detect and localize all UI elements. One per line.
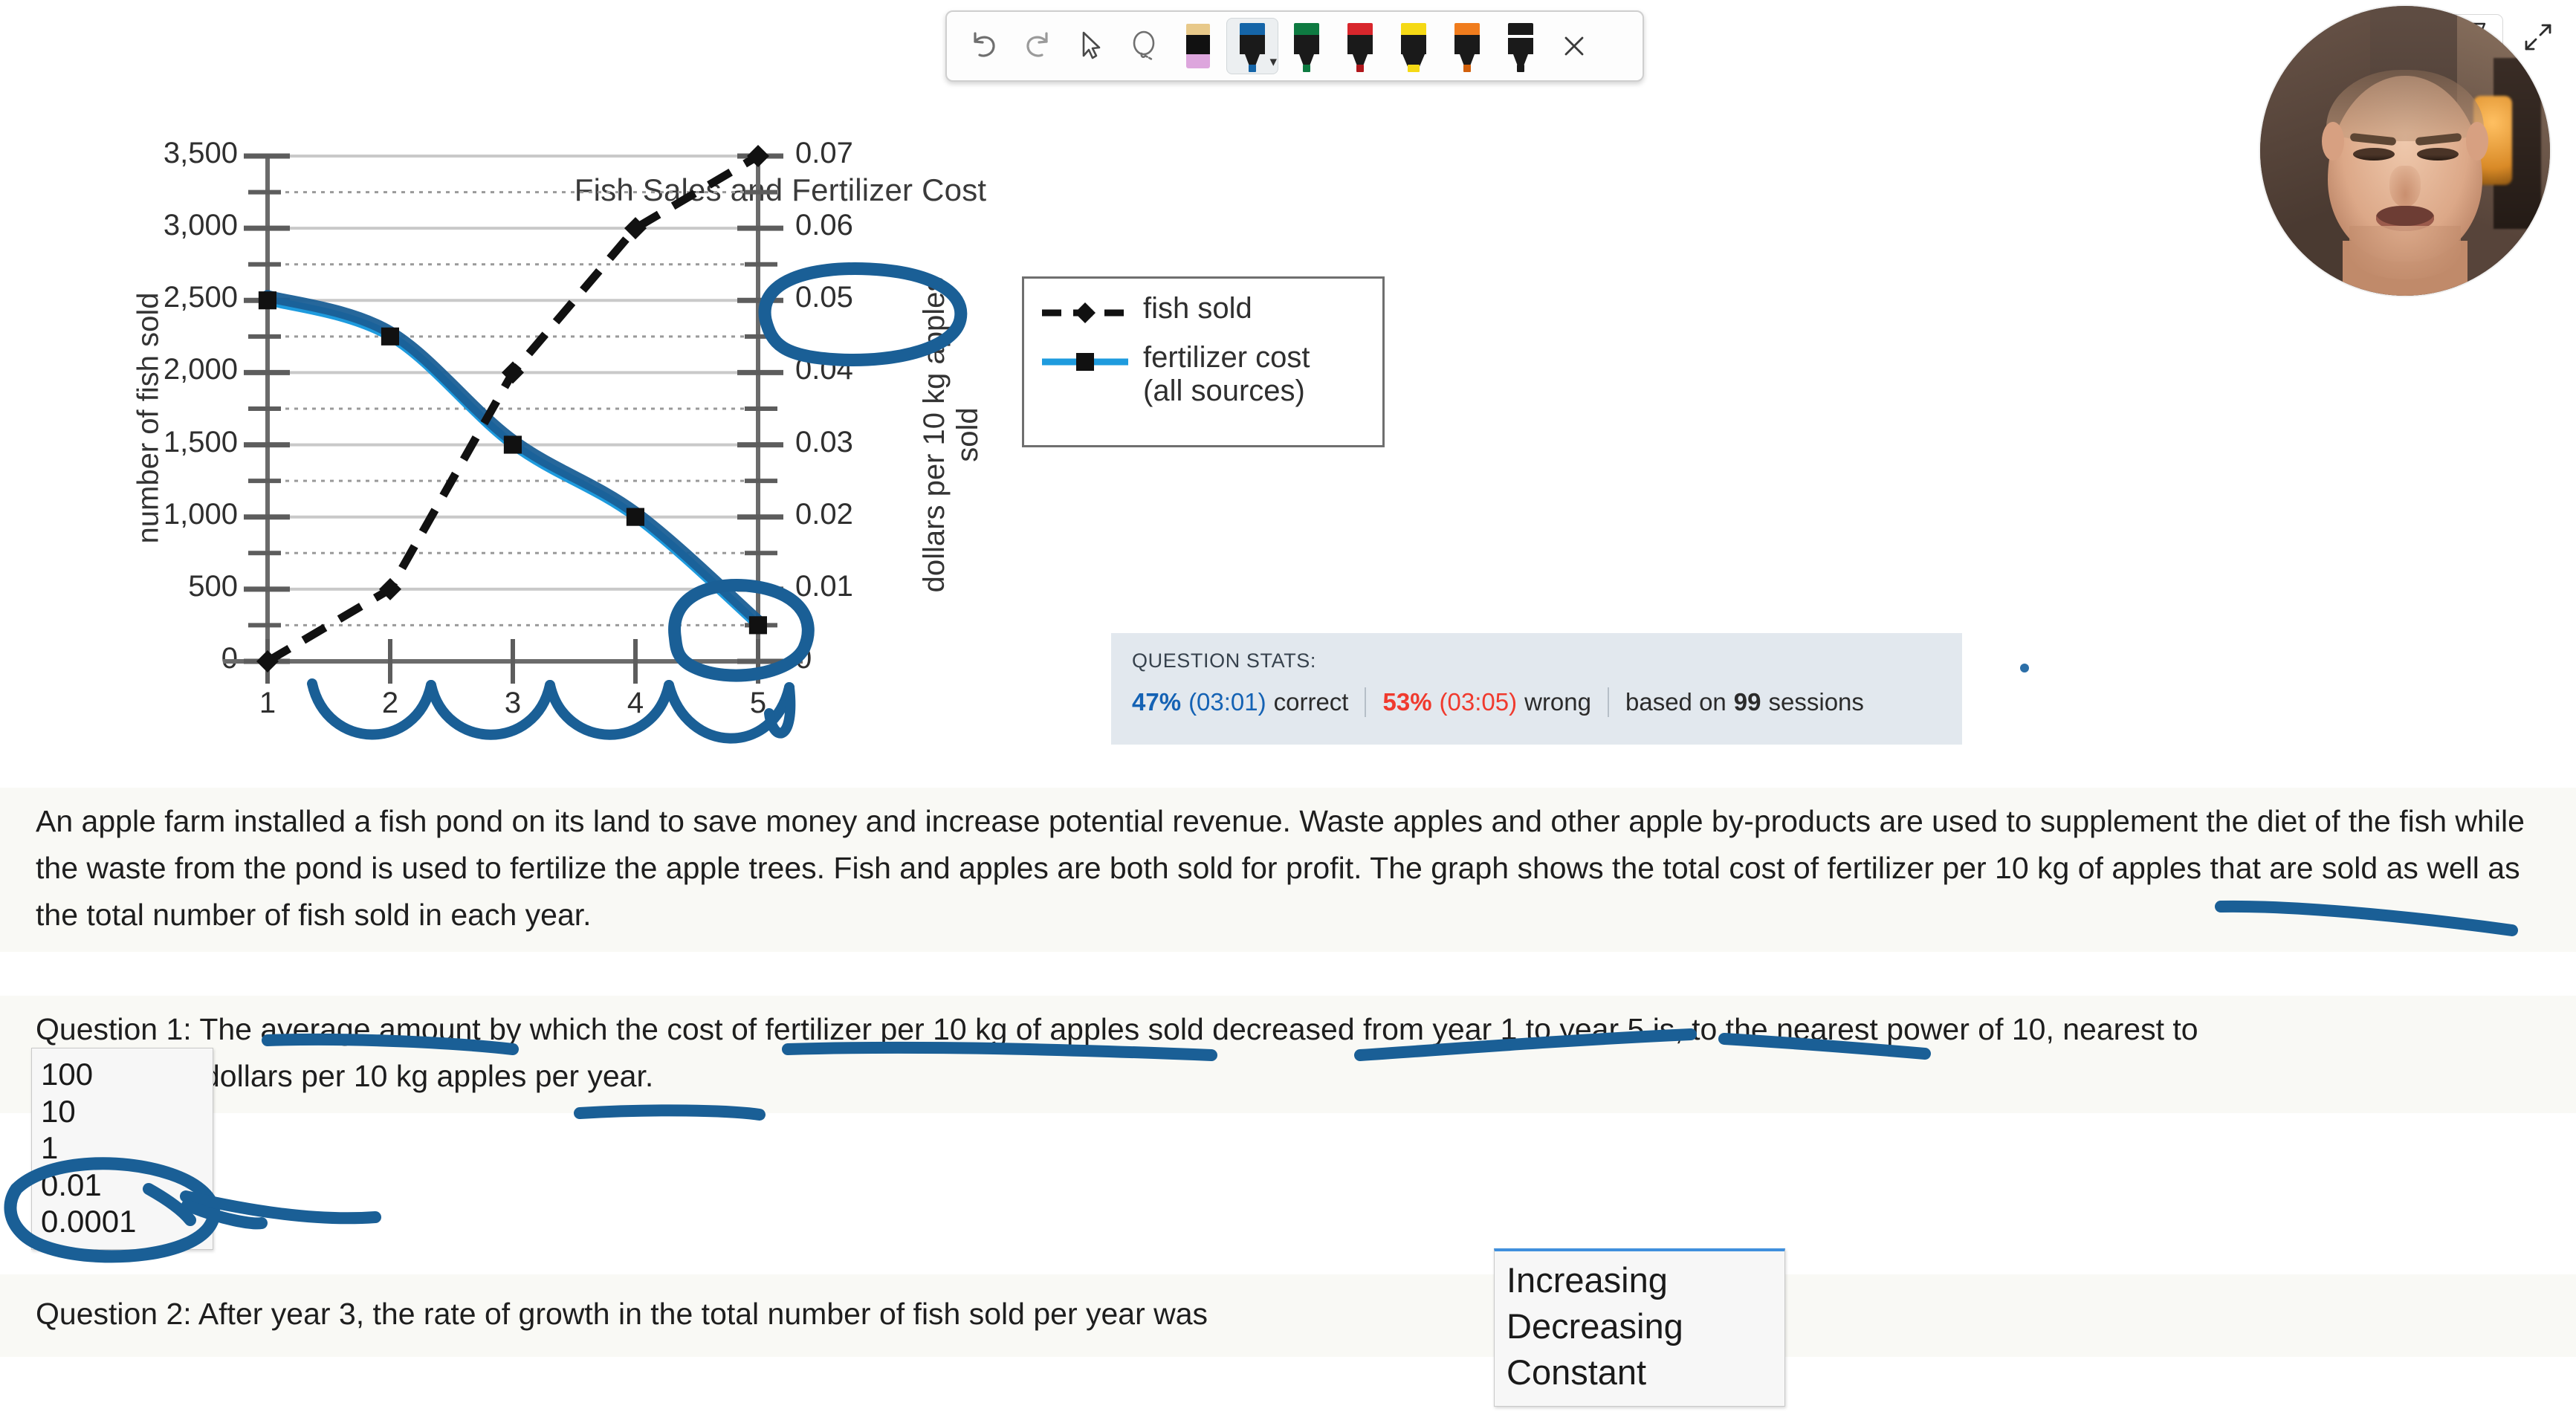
correct-time: (03:01) (1188, 688, 1266, 716)
pen-blue-icon[interactable]: ▾ (1226, 18, 1278, 74)
pen-orange-icon[interactable] (1442, 19, 1492, 74)
question-1-option[interactable]: 10 (32, 1093, 213, 1130)
question-1-suffix: dollars per 10 kg apples per year. (203, 1059, 654, 1094)
legend-item-fish-sold: fish sold (1041, 292, 1366, 329)
question-2-dropdown-list[interactable]: Increasing Decreasing Constant (1494, 1248, 1785, 1407)
pen-red-icon[interactable] (1335, 19, 1385, 74)
legend-label-fish-sold: fish sold (1143, 292, 1252, 325)
redo-icon[interactable] (1012, 19, 1063, 74)
legend-label-line1: fertilizer cost (1143, 341, 1310, 374)
ink-dot (2020, 664, 2029, 672)
pen-black-icon[interactable] (1495, 19, 1546, 74)
pen-green-icon[interactable] (1281, 19, 1332, 74)
close-icon[interactable] (1549, 19, 1599, 74)
highlighter-yellow-icon[interactable] (1388, 19, 1439, 74)
pen-blue-glyph (1240, 23, 1265, 72)
gridlines (268, 155, 758, 663)
annotation-toolbar[interactable]: ▾ (945, 10, 1644, 82)
eraser-glyph (1186, 24, 1210, 68)
wrong-time: (03:05) (1439, 688, 1518, 716)
question-1-option[interactable]: 0.01 (32, 1167, 213, 1204)
wrong-word: wrong (1524, 688, 1591, 716)
question-2-block: Question 2: After year 3, the rate of gr… (0, 1274, 2576, 1358)
webcam-scene (2260, 6, 2550, 296)
question-1-block: Question 1: The average amount by which … (0, 996, 2576, 1114)
sessions-count: 99 (1733, 688, 1761, 716)
pen-red-glyph (1347, 23, 1373, 72)
sessions-word: sessions (1768, 688, 1864, 716)
question-2-prefix: Question 2: After year 3, the rate of gr… (36, 1297, 1208, 1331)
question-2-option[interactable]: Increasing (1495, 1257, 1784, 1303)
undo-icon[interactable] (959, 19, 1009, 74)
legend-key-dashed-diamond (1041, 296, 1130, 329)
question-1-prefix: Question 1: The average amount by which … (36, 1012, 2198, 1046)
question-1-dropdown-list[interactable]: 100 10 1 0.01 0.0001 (31, 1048, 213, 1250)
question-1-option[interactable]: 1 (32, 1129, 213, 1167)
question-1-option[interactable]: 100 (32, 1056, 213, 1093)
wrong-percent: 53% (1382, 688, 1432, 716)
plot-area (223, 145, 803, 684)
chevron-down-icon[interactable]: ▾ (1269, 55, 1277, 69)
pen-black-glyph (1508, 23, 1533, 72)
correct-percent: 47% (1132, 688, 1182, 716)
cursor-icon[interactable] (1066, 19, 1116, 74)
pen-green-glyph (1294, 23, 1319, 72)
stats-divider-1 (1365, 687, 1367, 717)
stats-divider-2 (1608, 687, 1609, 717)
highlighter-yellow-glyph (1401, 23, 1426, 72)
pen-orange-glyph (1454, 23, 1480, 72)
legend-label-line2: (all sources) (1143, 374, 1305, 407)
webcam-video-bubble[interactable] (2260, 6, 2550, 296)
question-stats-row: 47% (03:01) correct 53% (03:05) wrong ba… (1132, 687, 1941, 717)
chart-legend: fish sold fertilizer cost (all sources) (1022, 276, 1385, 447)
question-2-option[interactable]: Constant (1495, 1349, 1784, 1396)
passage-text: An apple farm installed a fish pond on i… (0, 788, 2576, 953)
lasso-icon[interactable] (1119, 19, 1170, 74)
question-1-option[interactable]: 0.0001 (32, 1203, 213, 1240)
eraser-icon[interactable] (1173, 19, 1223, 74)
legend-label-fertilizer-cost: fertilizer cost (all sources) (1143, 341, 1310, 408)
legend-item-fertilizer-cost: fertilizer cost (all sources) (1041, 341, 1366, 408)
correct-word: correct (1273, 688, 1349, 716)
sessions-prefix: based on (1625, 688, 1726, 716)
question-stats-header: QUESTION STATS: (1132, 649, 1317, 672)
question-2-option[interactable]: Decreasing (1495, 1303, 1784, 1349)
question-stats-panel: QUESTION STATS: 47% (03:01) correct 53% … (1111, 633, 1962, 745)
legend-key-solid-square (1041, 346, 1130, 378)
